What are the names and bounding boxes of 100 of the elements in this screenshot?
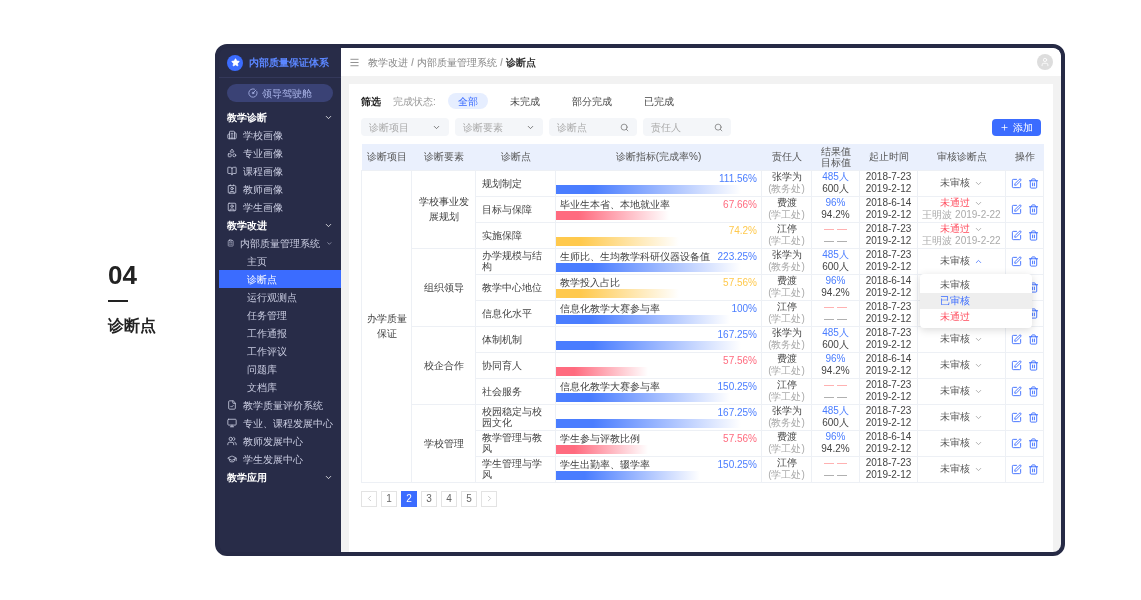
nav-icon bbox=[227, 148, 237, 158]
target-value: — — bbox=[824, 469, 847, 481]
nav-subitem[interactable]: 运行观测点 bbox=[219, 288, 341, 306]
column-header: 责任人 bbox=[761, 144, 812, 170]
edit-icon[interactable] bbox=[1010, 359, 1022, 371]
review-status[interactable]: 未审核 bbox=[940, 411, 970, 423]
review-status[interactable]: 未审核 bbox=[940, 463, 970, 475]
owner-name: 费渡 bbox=[776, 197, 797, 209]
review-status[interactable]: 未审核 bbox=[940, 177, 970, 189]
edit-icon[interactable] bbox=[1010, 385, 1022, 397]
nav-item[interactable]: 教师发展中心 bbox=[219, 432, 341, 450]
target-value: — — bbox=[824, 235, 847, 247]
owner-department: (学工处) bbox=[768, 365, 805, 377]
status-tab[interactable]: 全部 bbox=[447, 93, 488, 109]
nav-icon bbox=[227, 436, 237, 446]
page-button[interactable]: 1 bbox=[381, 490, 397, 507]
edit-icon[interactable] bbox=[1010, 177, 1022, 189]
delete-icon[interactable] bbox=[1027, 255, 1039, 267]
table-cell: 目标与保障 bbox=[482, 203, 532, 215]
review-status[interactable]: 未审核 bbox=[940, 385, 970, 397]
start-date: 2018-7-23 bbox=[865, 171, 912, 183]
steering-wheel-icon bbox=[248, 88, 258, 98]
table-cell: 校企合作 bbox=[423, 359, 464, 371]
status-tab[interactable]: 已完成 bbox=[633, 93, 684, 109]
owner-department: (学工处) bbox=[768, 287, 805, 299]
cockpit-button[interactable]: 领导驾驶舱 bbox=[227, 84, 333, 102]
menu-icon[interactable] bbox=[349, 56, 360, 68]
nav-subitem[interactable]: 任务管理 bbox=[219, 306, 341, 324]
result-value: 485人 bbox=[822, 405, 849, 417]
menu-option[interactable]: 未审核 bbox=[920, 277, 1032, 293]
edit-icon[interactable] bbox=[1010, 411, 1022, 423]
delete-icon[interactable] bbox=[1027, 463, 1039, 475]
page-button[interactable]: 5 bbox=[461, 490, 477, 507]
add-button[interactable]: 添加 bbox=[992, 118, 1041, 136]
nav-subitem[interactable]: 主页 bbox=[219, 252, 341, 270]
delete-icon[interactable] bbox=[1027, 229, 1039, 241]
nav-item[interactable]: 教师画像 bbox=[219, 180, 341, 198]
table-cell: 教学管理与教风 bbox=[482, 432, 542, 454]
status-tab[interactable]: 未完成 bbox=[499, 93, 550, 109]
completion-rate: 111.56% bbox=[719, 172, 757, 186]
breadcrumb-link[interactable]: 教学改进 bbox=[368, 54, 408, 70]
edit-icon[interactable] bbox=[1010, 333, 1022, 345]
delete-icon[interactable] bbox=[1027, 385, 1039, 397]
indicator-label: 生师比、生均教学科研仪器设备值 bbox=[560, 250, 710, 264]
review-status[interactable]: 未审核 bbox=[940, 359, 970, 371]
breadcrumb-link[interactable]: 内部质量管理系统 bbox=[417, 54, 497, 70]
review-status[interactable]: 未审核 bbox=[940, 333, 970, 345]
target-value: 94.2% bbox=[821, 365, 850, 377]
owner-name: 江停 bbox=[776, 301, 797, 313]
status-tab[interactable]: 部分完成 bbox=[561, 93, 622, 109]
delete-icon[interactable] bbox=[1027, 437, 1039, 449]
column-header: 操作 bbox=[1005, 144, 1044, 170]
delete-icon[interactable] bbox=[1027, 333, 1039, 345]
table-cell: 学校事业发展规划 bbox=[418, 196, 469, 222]
nav-item[interactable]: 课程画像 bbox=[219, 162, 341, 180]
page-button[interactable]: 3 bbox=[421, 490, 437, 507]
nav-icon bbox=[227, 202, 237, 212]
delete-icon[interactable] bbox=[1027, 203, 1039, 215]
breadcrumb-link[interactable]: 诊断点 bbox=[506, 54, 536, 70]
edit-icon[interactable] bbox=[1010, 229, 1022, 241]
edit-icon[interactable] bbox=[1010, 203, 1022, 215]
section-header[interactable]: 教学改进 bbox=[219, 216, 341, 234]
menu-option[interactable]: 已审核 bbox=[920, 293, 1032, 309]
start-date: 2018-7-23 bbox=[865, 223, 912, 235]
page-button[interactable]: 2 bbox=[401, 490, 417, 507]
result-value: 485人 bbox=[822, 249, 849, 261]
nav-subitem[interactable]: 问题库 bbox=[219, 360, 341, 378]
search-icon bbox=[620, 122, 629, 132]
delete-icon[interactable] bbox=[1027, 177, 1039, 189]
edit-icon[interactable] bbox=[1010, 255, 1022, 267]
nav-item[interactable]: 教学质量评价系统 bbox=[219, 396, 341, 414]
nav-item[interactable]: 学生画像 bbox=[219, 198, 341, 216]
edit-icon[interactable] bbox=[1010, 463, 1022, 475]
nav-item[interactable]: 学校画像 bbox=[219, 126, 341, 144]
section-header[interactable]: 教学应用 bbox=[219, 468, 341, 486]
review-status[interactable]: 未审核 bbox=[940, 437, 970, 449]
end-date: 2019-2-12 bbox=[865, 391, 912, 403]
start-date: 2018-6-14 bbox=[865, 197, 912, 209]
end-date: 2019-2-12 bbox=[865, 209, 912, 221]
start-date: 2018-7-23 bbox=[865, 405, 912, 417]
delete-icon[interactable] bbox=[1027, 359, 1039, 371]
section-header[interactable]: 教学诊断 bbox=[219, 108, 341, 126]
filter-label: 完成状态: bbox=[393, 94, 436, 109]
nav-item[interactable]: 专业、课程发展中心 bbox=[219, 414, 341, 432]
nav-item[interactable]: 内部质量管理系统 bbox=[219, 234, 341, 252]
page-button[interactable]: 4 bbox=[441, 490, 457, 507]
review-status[interactable]: 未审核 bbox=[940, 255, 970, 267]
nav-item[interactable]: 学生发展中心 bbox=[219, 450, 341, 468]
delete-icon[interactable] bbox=[1027, 411, 1039, 423]
nav-item[interactable]: 专业画像 bbox=[219, 144, 341, 162]
table-cell: 规划制定 bbox=[482, 177, 522, 189]
owner-department: (学工处) bbox=[768, 235, 805, 247]
nav-subitem[interactable]: 工作通报 bbox=[219, 324, 341, 342]
nav-subitem[interactable]: 文档库 bbox=[219, 378, 341, 396]
result-value: 96% bbox=[825, 353, 846, 365]
edit-icon[interactable] bbox=[1010, 437, 1022, 449]
completion-rate: 150.25% bbox=[717, 458, 757, 472]
nav-subitem[interactable]: 诊断点 bbox=[219, 270, 341, 288]
column-header: 诊断点 bbox=[475, 144, 556, 170]
nav-subitem[interactable]: 工作评议 bbox=[219, 342, 341, 360]
